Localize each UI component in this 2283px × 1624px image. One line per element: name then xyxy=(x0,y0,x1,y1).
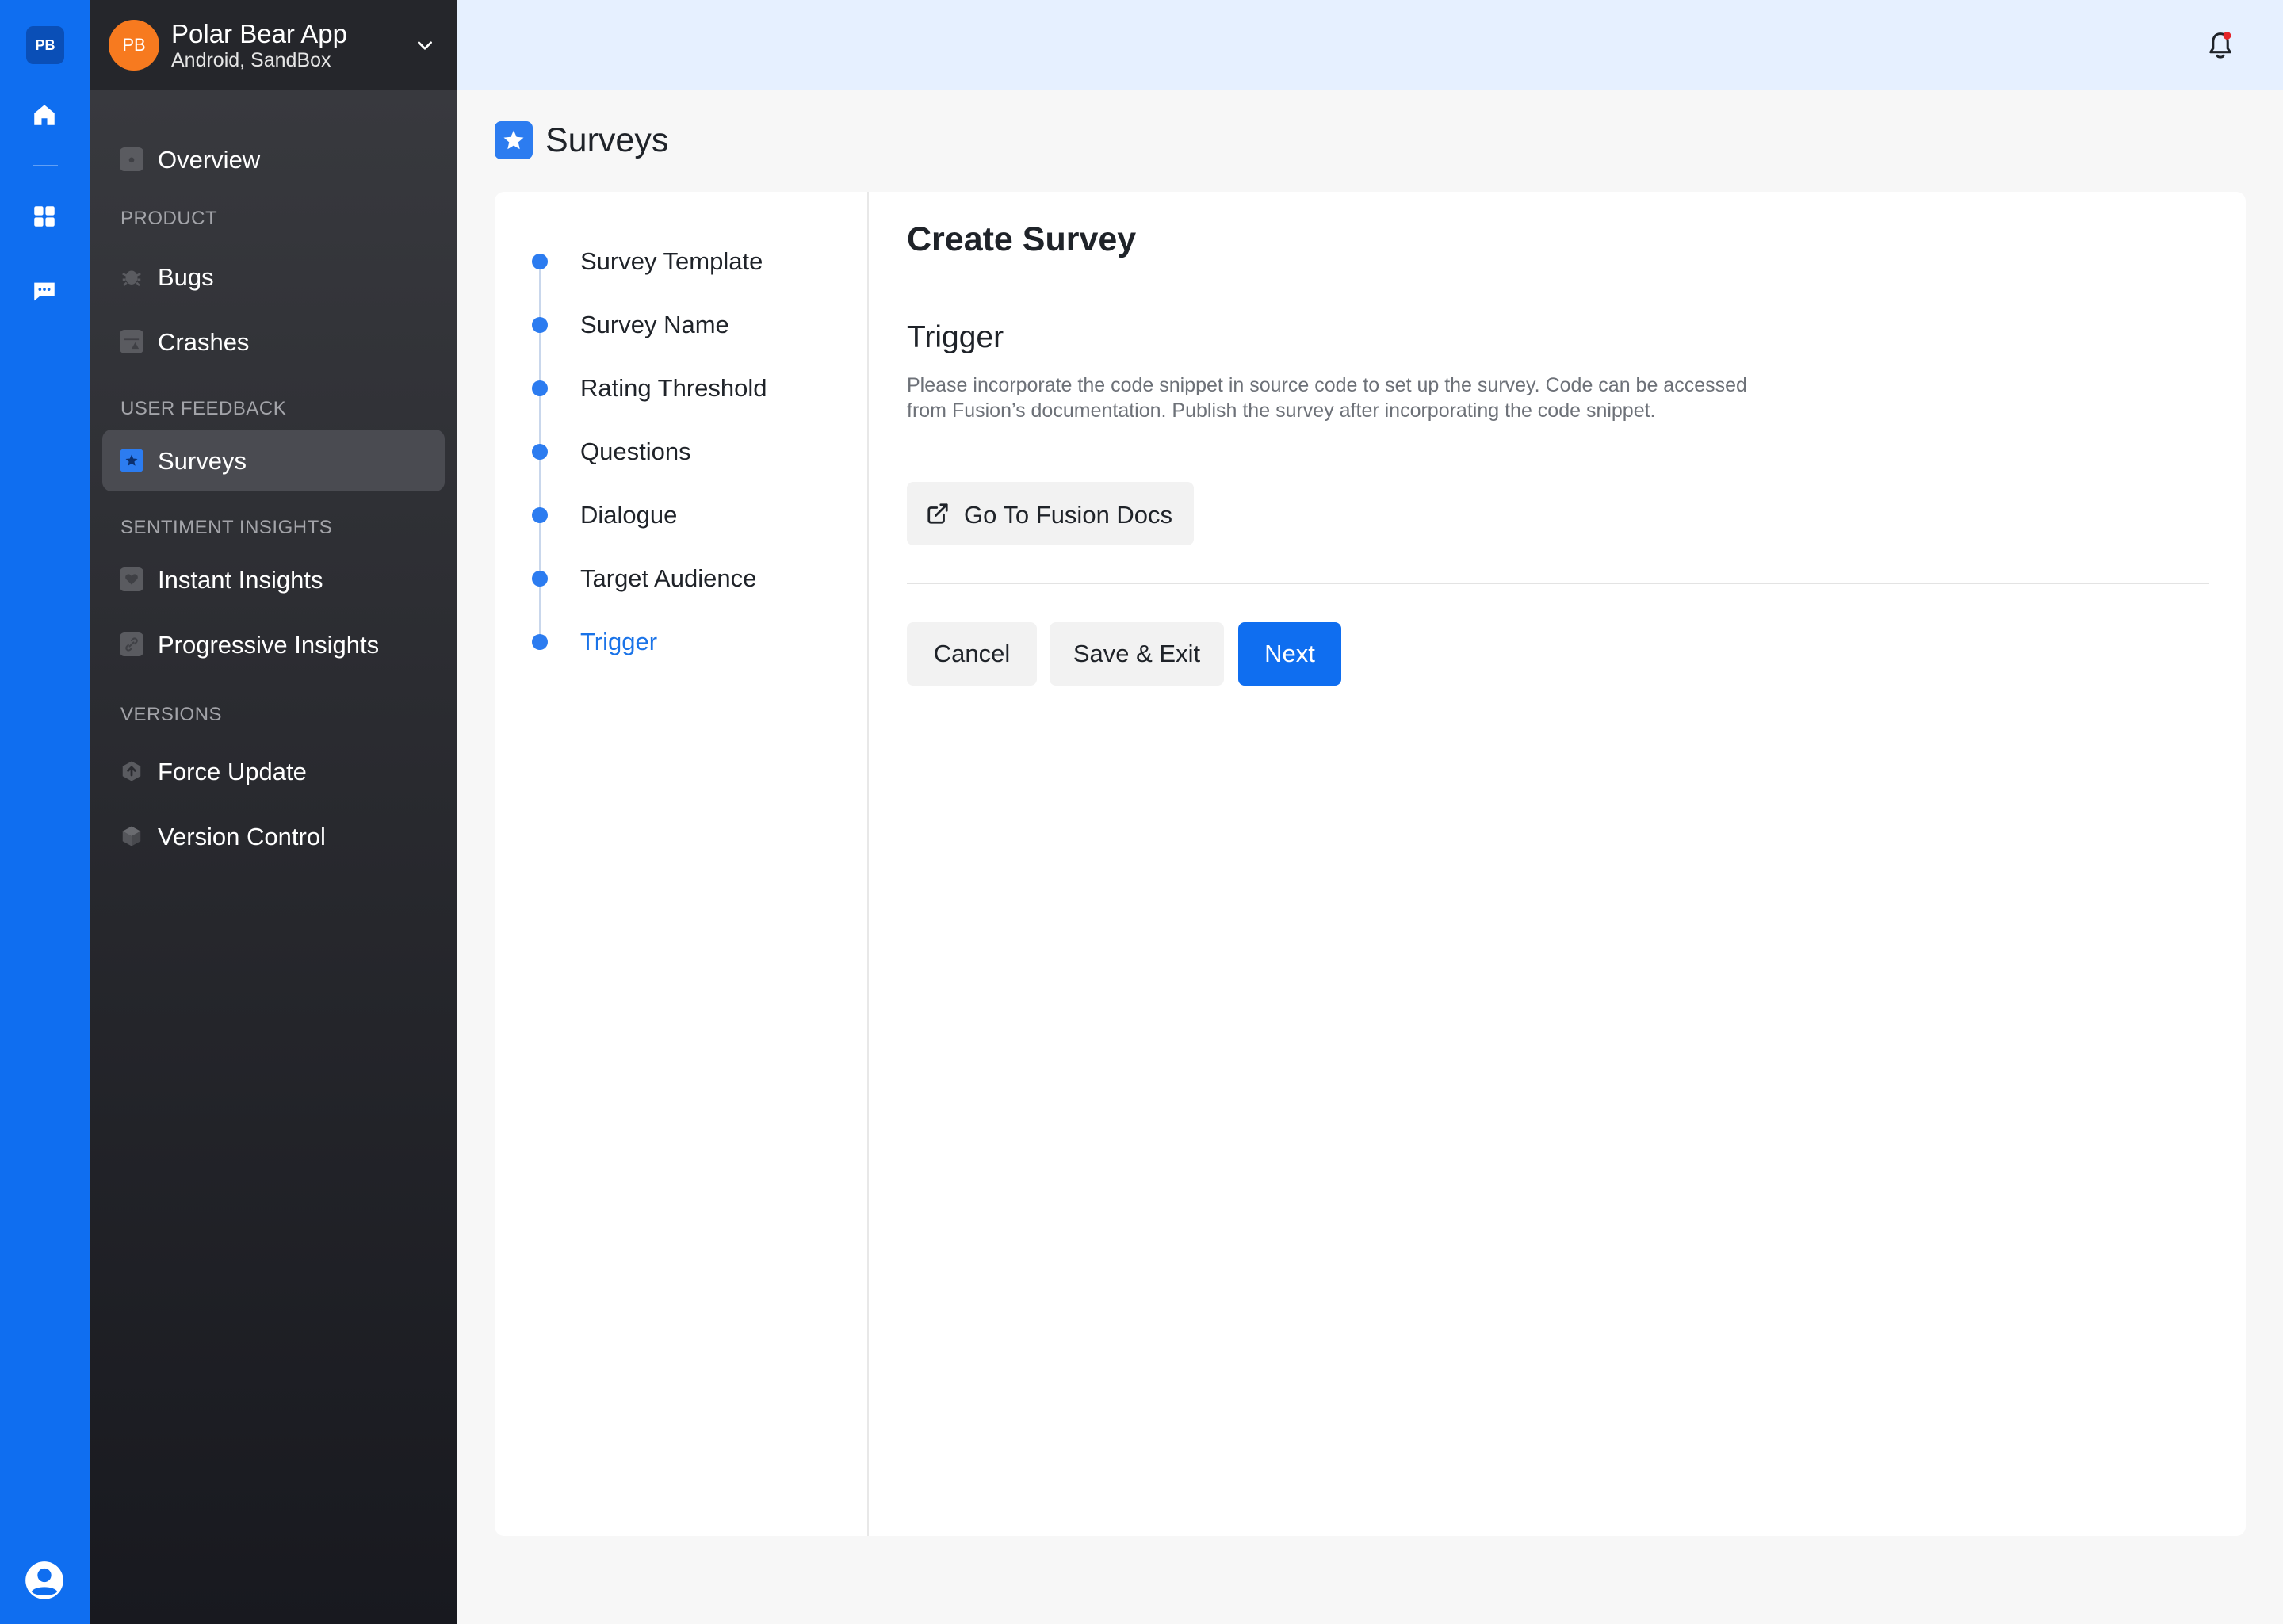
sidebar: PB Polar Bear App Android, SandBox Overv… xyxy=(90,0,457,1624)
step-dot xyxy=(532,317,548,333)
sidebar-item-label: Force Update xyxy=(158,758,307,785)
step-trigger[interactable]: Trigger xyxy=(495,618,843,666)
link-icon xyxy=(120,632,143,656)
save-exit-button[interactable]: Save & Exit xyxy=(1050,622,1224,686)
step-dot xyxy=(532,634,548,650)
step-label: Rating Threshold xyxy=(580,374,767,402)
sidebar-item-label: Bugs xyxy=(158,263,214,291)
user-account-icon[interactable] xyxy=(24,1560,65,1601)
chevron-down-icon[interactable] xyxy=(415,35,435,55)
step-target-audience[interactable]: Target Audience xyxy=(495,555,843,602)
step-dot xyxy=(532,444,548,460)
sidebar-item-label: Crashes xyxy=(158,328,250,356)
cancel-button[interactable]: Cancel xyxy=(907,622,1037,686)
sidebar-item-label: Instant Insights xyxy=(158,566,323,594)
rail-divider xyxy=(33,165,58,166)
left-rail: PB xyxy=(0,0,90,1624)
step-dot xyxy=(532,507,548,523)
workspace-logo[interactable]: PB xyxy=(26,26,64,64)
step-label: Trigger xyxy=(580,628,658,655)
sidebar-item-label: Overview xyxy=(158,146,261,174)
section-label-sentiment-insights: SENTIMENT INSIGHTS xyxy=(120,517,333,538)
heart-icon xyxy=(120,567,143,591)
crash-icon xyxy=(120,330,143,353)
home-icon[interactable] xyxy=(29,99,60,131)
sidebar-item-overview[interactable]: Overview xyxy=(102,128,445,190)
package-icon xyxy=(120,824,143,848)
sidebar-item-crashes[interactable]: Crashes xyxy=(102,311,445,373)
section-description: Please incorporate the code snippet in s… xyxy=(907,374,1747,422)
sidebar-item-label: Version Control xyxy=(158,823,326,850)
step-label: Dialogue xyxy=(580,501,678,529)
step-dialogue[interactable]: Dialogue xyxy=(495,491,843,539)
step-rating-threshold[interactable]: Rating Threshold xyxy=(495,365,843,412)
app-name: Polar Bear App xyxy=(171,19,347,48)
form-divider xyxy=(907,583,2209,584)
external-link-icon xyxy=(927,503,948,524)
steps-divider xyxy=(867,192,869,1536)
form-title: Create Survey xyxy=(907,220,1137,258)
step-dot xyxy=(532,380,548,396)
step-survey-name[interactable]: Survey Name xyxy=(495,301,843,349)
app-platform: Android, SandBox xyxy=(171,49,331,71)
upload-hexagon-icon xyxy=(120,759,143,783)
app-switcher[interactable]: PB Polar Bear App Android, SandBox xyxy=(90,0,457,90)
step-dot xyxy=(532,571,548,587)
surveys-star-icon xyxy=(495,121,533,159)
sidebar-item-label: Surveys xyxy=(158,447,247,475)
section-title: Trigger xyxy=(907,320,1004,354)
camera-icon xyxy=(120,147,143,171)
notification-bell-icon[interactable] xyxy=(2205,30,2235,62)
step-label: Survey Name xyxy=(580,311,729,338)
section-label-versions: VERSIONS xyxy=(120,704,223,725)
section-label-product: PRODUCT xyxy=(120,208,218,229)
step-label: Questions xyxy=(580,438,691,465)
page-title: Surveys xyxy=(545,121,669,159)
sidebar-item-surveys[interactable]: Surveys xyxy=(102,430,445,491)
sidebar-item-force-update[interactable]: Force Update xyxy=(102,740,445,802)
step-label: Survey Template xyxy=(580,247,763,275)
sidebar-item-bugs[interactable]: Bugs xyxy=(102,246,445,308)
bug-icon xyxy=(120,265,143,288)
app-avatar: PB xyxy=(109,20,159,71)
sidebar-item-label: Progressive Insights xyxy=(158,631,380,659)
go-to-docs-button[interactable]: Go To Fusion Docs xyxy=(907,482,1194,545)
step-questions[interactable]: Questions xyxy=(495,428,843,476)
create-survey-card: Survey Template Survey Name Rating Thres… xyxy=(495,192,2246,1536)
step-dot xyxy=(532,254,548,269)
step-survey-template[interactable]: Survey Template xyxy=(495,238,843,285)
chat-icon[interactable] xyxy=(29,276,60,308)
step-label: Target Audience xyxy=(580,564,757,592)
top-bar xyxy=(457,0,2283,90)
dashboard-grid-icon[interactable] xyxy=(29,201,60,232)
sidebar-item-version-control[interactable]: Version Control xyxy=(102,805,445,867)
next-button[interactable]: Next xyxy=(1238,622,1341,686)
sidebar-item-instant-insights[interactable]: Instant Insights xyxy=(102,548,445,610)
section-label-user-feedback: USER FEEDBACK xyxy=(120,398,287,419)
go-to-docs-label: Go To Fusion Docs xyxy=(964,501,1173,529)
star-icon xyxy=(120,449,143,472)
sidebar-item-progressive-insights[interactable]: Progressive Insights xyxy=(102,613,445,675)
